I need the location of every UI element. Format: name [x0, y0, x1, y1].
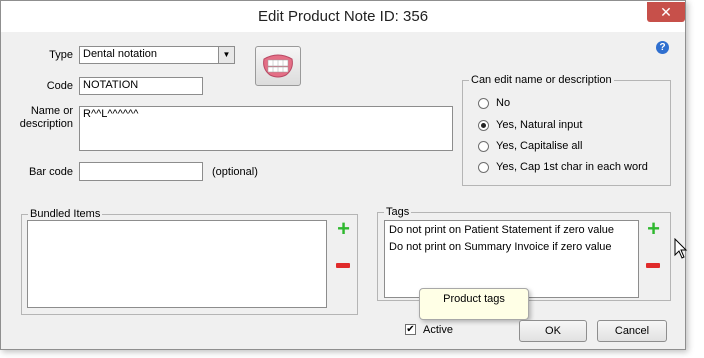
barcode-label: Bar code — [28, 166, 73, 178]
close-button[interactable]: ✕ — [647, 2, 685, 22]
list-item[interactable]: Do not print on Summary Invoice if zero … — [389, 241, 612, 253]
bundled-items-list[interactable] — [27, 220, 327, 308]
radio-option-label: Yes, Natural input — [496, 119, 583, 131]
tags-list[interactable]: Do not print on Patient Statement if zer… — [384, 220, 639, 298]
type-label: Type — [49, 49, 73, 61]
name-description-input[interactable]: R^^L^^^^^^ — [79, 106, 453, 151]
code-input[interactable]: NOTATION — [79, 77, 203, 95]
radio-button[interactable] — [478, 98, 489, 109]
name-label: Name or description — [15, 105, 73, 131]
mouse-cursor-icon — [674, 238, 688, 259]
barcode-input[interactable] — [79, 162, 203, 181]
add-bundled-item-icon[interactable]: + — [336, 218, 351, 240]
name-label-line-2: description — [19, 118, 73, 130]
radio-button[interactable] — [478, 162, 489, 173]
radio-option-label: Yes, Cap 1st char in each word — [496, 161, 648, 173]
edit-product-note-dialog: Edit Product Note ID: 356 ✕ ? Type Denta… — [0, 0, 686, 350]
active-checkbox[interactable]: ✔ — [405, 324, 416, 335]
radio-option-label: Yes, Capitalise all — [496, 140, 583, 152]
barcode-hint: (optional) — [212, 166, 258, 178]
active-label: Active — [423, 324, 453, 336]
remove-tag-icon[interactable] — [646, 263, 660, 268]
tooltip: Product tags — [419, 288, 529, 320]
radio-option-label: No — [496, 97, 511, 109]
remove-bundled-item-icon[interactable] — [336, 263, 350, 268]
cancel-button[interactable]: Cancel — [597, 320, 667, 342]
chevron-down-icon[interactable]: ▼ — [218, 47, 234, 63]
teeth-icon — [263, 54, 293, 78]
radio-button[interactable] — [478, 141, 489, 152]
title-bar: Edit Product Note ID: 356 ✕ — [1, 1, 685, 32]
ok-button[interactable]: OK — [519, 320, 587, 342]
type-select-value: Dental notation — [83, 48, 157, 60]
dental-chart-button[interactable] — [255, 46, 301, 86]
list-item[interactable]: Do not print on Patient Statement if zer… — [389, 224, 614, 236]
bundled-items-legend: Bundled Items — [30, 208, 101, 220]
tags-legend: Tags — [386, 206, 410, 218]
window-title: Edit Product Note ID: 356 — [257, 8, 429, 25]
add-tag-icon[interactable]: + — [646, 218, 661, 240]
radio-button-selected[interactable] — [478, 120, 489, 131]
help-icon[interactable]: ? — [656, 41, 669, 54]
can-edit-group-legend: Can edit name or description — [471, 74, 612, 86]
type-select[interactable]: Dental notation ▼ — [79, 46, 235, 64]
name-label-line-1: Name or — [30, 105, 73, 117]
code-label: Code — [46, 80, 73, 92]
